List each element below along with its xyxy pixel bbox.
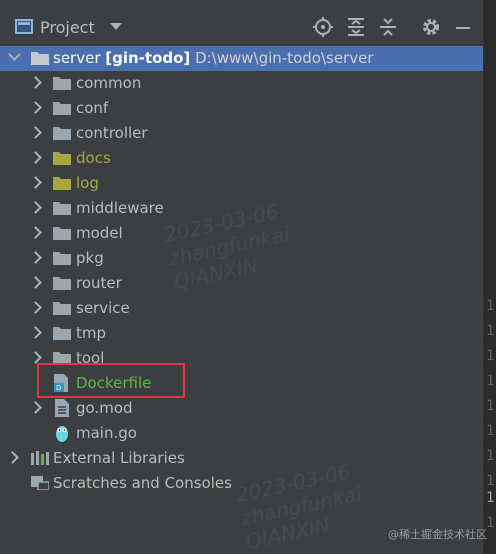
chevron-right-icon[interactable]: [29, 176, 42, 189]
tree-external-libraries[interactable]: External Libraries: [0, 446, 483, 471]
root-module: [gin-todo]: [105, 49, 191, 67]
folder-label: middleware: [76, 199, 164, 217]
folder-icon: [31, 52, 49, 65]
folder-label: common: [76, 74, 142, 92]
chevron-right-icon[interactable]: [29, 326, 42, 339]
file-label: go.mod: [76, 399, 133, 417]
folder-icon: [53, 127, 71, 140]
library-icon: [31, 451, 49, 465]
minimize-icon[interactable]: [452, 16, 474, 38]
source-credit: @稀土掘金技术社区: [388, 528, 487, 541]
chevron-right-icon[interactable]: [29, 351, 42, 364]
chevron-right-icon[interactable]: [29, 151, 42, 164]
tree-folder-controller[interactable]: controller: [0, 121, 483, 146]
tree-root-row[interactable]: server [gin-todo] D:\www\gin-todo\server: [0, 46, 483, 71]
folder-icon: [53, 152, 71, 165]
folder-icon: [53, 252, 71, 265]
folder-icon: [53, 302, 71, 315]
folder-icon: [53, 202, 71, 215]
folder-icon: [53, 327, 71, 340]
folder-label: service: [76, 299, 130, 317]
chevron-right-icon[interactable]: [29, 76, 42, 89]
tree-folder-common[interactable]: common: [0, 71, 483, 96]
chevron-right-icon[interactable]: [29, 101, 42, 114]
root-name: server: [53, 49, 101, 67]
chevron-right-icon[interactable]: [29, 301, 42, 314]
tool-window-header: Project: [0, 0, 483, 45]
expand-all-icon[interactable]: [345, 16, 367, 38]
chevron-down-icon[interactable]: [110, 23, 122, 30]
folder-label: docs: [76, 149, 111, 167]
project-view-icon[interactable]: [15, 19, 33, 34]
external-libraries-label: External Libraries: [53, 449, 185, 467]
folder-icon: [53, 277, 71, 290]
folder-icon: [53, 77, 71, 90]
gear-icon[interactable]: [420, 16, 442, 38]
chevron-right-icon[interactable]: [29, 126, 42, 139]
project-tool-window: Project server [gin-todo] D:\www\gin-tod…: [0, 0, 483, 554]
folder-label: tmp: [76, 324, 107, 342]
folder-icon: [53, 177, 71, 190]
folder-label: log: [76, 174, 99, 192]
tree-folder-log[interactable]: log: [0, 171, 483, 196]
dockerfile-highlight-box: [37, 363, 185, 398]
tool-window-title[interactable]: Project: [40, 18, 95, 37]
folder-icon: [53, 227, 71, 240]
folder-label: router: [76, 274, 122, 292]
chevron-right-icon[interactable]: [29, 401, 42, 414]
tree-folder-conf[interactable]: conf: [0, 96, 483, 121]
chevron-right-icon[interactable]: [29, 276, 42, 289]
tree-folder-tmp[interactable]: tmp: [0, 321, 483, 346]
tree-file-main-go[interactable]: main.go: [0, 421, 483, 446]
folder-label: conf: [76, 99, 109, 117]
chevron-right-icon[interactable]: [29, 226, 42, 239]
folder-label: controller: [76, 124, 148, 142]
folder-label: pkg: [76, 249, 104, 267]
root-path: D:\www\gin-todo\server: [195, 49, 374, 67]
collapse-all-icon[interactable]: [377, 16, 399, 38]
tree-folder-service[interactable]: service: [0, 296, 483, 321]
chevron-right-icon[interactable]: [29, 251, 42, 264]
folder-label: model: [76, 224, 123, 242]
go-mod-file-icon: [55, 399, 69, 417]
folder-icon: [53, 102, 71, 115]
go-gopher-file-icon: [56, 426, 68, 442]
tree-folder-docs[interactable]: docs: [0, 146, 483, 171]
locate-icon[interactable]: [312, 16, 334, 38]
tree-file-go-mod[interactable]: go.mod: [0, 396, 483, 421]
scratches-icon: [31, 476, 49, 490]
scratches-label: Scratches and Consoles: [53, 474, 232, 492]
chevron-right-icon[interactable]: [6, 451, 19, 464]
chevron-down-icon[interactable]: [8, 48, 21, 61]
file-label: main.go: [76, 424, 137, 442]
editor-gutter: 1 1 1 1 1 1 1 1 1 1: [483, 0, 496, 554]
chevron-right-icon[interactable]: [29, 201, 42, 214]
